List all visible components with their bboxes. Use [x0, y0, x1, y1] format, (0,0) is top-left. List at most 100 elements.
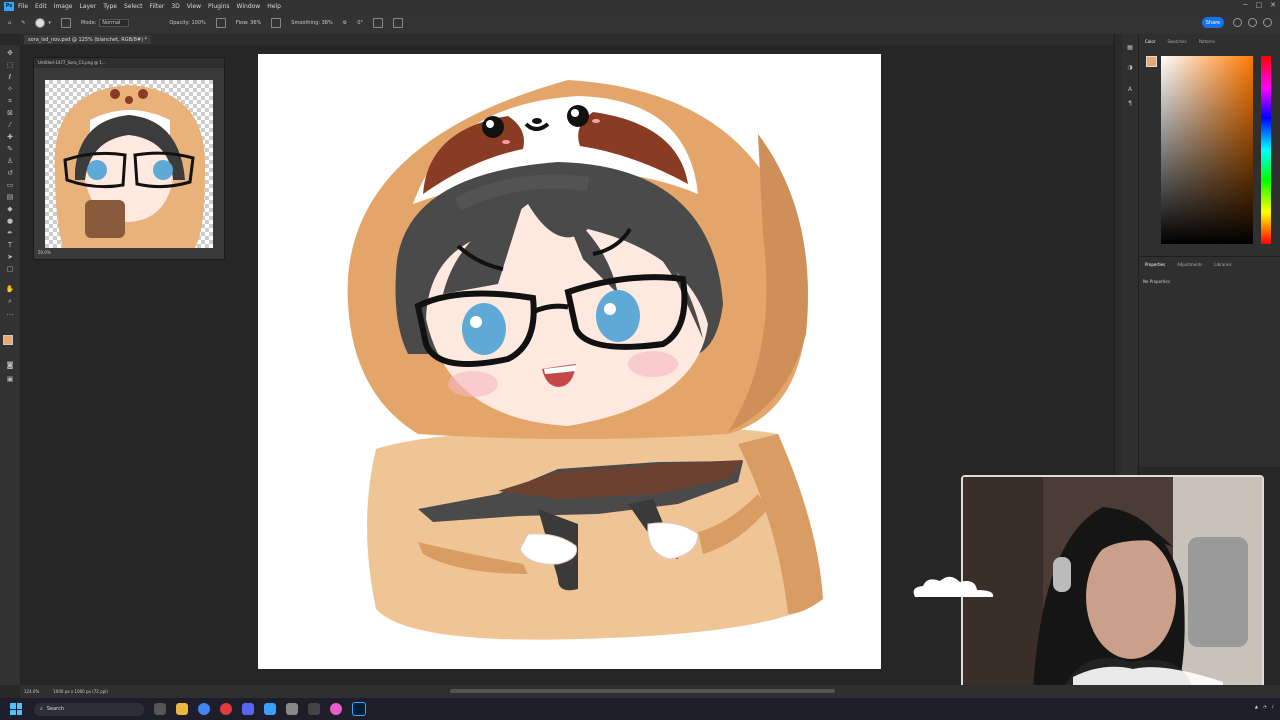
menu-bar: Ps File Edit Image Layer Type Select Fil… [0, 0, 1280, 12]
tab-adjustments[interactable]: Adjustments [1177, 262, 1202, 267]
reference-artwork [54, 85, 206, 248]
marquee-tool-icon[interactable]: ⬚ [5, 61, 15, 69]
pressure-opacity-icon[interactable] [215, 18, 226, 28]
menu-edit[interactable]: Edit [35, 3, 47, 10]
mode-select[interactable]: Mode: Normal [81, 19, 130, 27]
menu-layer[interactable]: Layer [79, 3, 96, 10]
document-tab[interactable]: sora_lsd_nov.psd @ 125% (blanchet, RGB/8… [24, 35, 152, 44]
tab-color[interactable]: Color [1145, 39, 1155, 44]
app-icon[interactable] [286, 703, 298, 715]
zoom-level[interactable]: 124.0% [24, 689, 39, 694]
menu-image[interactable]: Image [54, 3, 73, 10]
chrome-icon[interactable] [198, 703, 210, 715]
app-icon[interactable] [264, 703, 276, 715]
menu-3d[interactable]: 3D [171, 3, 179, 10]
brush-preset-picker[interactable]: ▾ [35, 18, 51, 28]
help-icon[interactable] [1263, 18, 1272, 27]
horizontal-scrollbar[interactable] [450, 689, 835, 693]
move-tool-icon[interactable]: ✥ [5, 49, 15, 57]
color-picker-field[interactable] [1161, 56, 1253, 244]
photoshop-taskbar-icon[interactable] [352, 702, 366, 716]
menu-help[interactable]: Help [267, 3, 281, 10]
crop-tool-icon[interactable]: ⌗ [5, 97, 15, 105]
history-brush-tool-icon[interactable]: ↺ [5, 169, 15, 177]
hue-slider[interactable] [1261, 56, 1271, 244]
blur-tool-icon[interactable]: ◆ [5, 205, 15, 213]
flow-control[interactable]: Flow: 36% [236, 20, 262, 26]
pen-tool-icon[interactable]: ✒ [5, 229, 15, 237]
tab-properties[interactable]: Properties [1145, 262, 1165, 267]
windows-taskbar: ⌕ Search ▲ ◔ ♪ [0, 698, 1280, 720]
document-canvas[interactable] [258, 54, 881, 669]
close-icon[interactable]: ✕ [1270, 1, 1276, 9]
obs-icon[interactable] [220, 703, 232, 715]
app-icon[interactable] [330, 703, 342, 715]
smoothing-settings-icon[interactable]: ⚙ [343, 20, 347, 26]
lasso-tool-icon[interactable]: ℓ [5, 73, 15, 81]
start-button[interactable] [10, 703, 22, 715]
file-explorer-icon[interactable] [176, 703, 188, 715]
eraser-tool-icon[interactable]: ▭ [5, 181, 15, 189]
reference-window-title[interactable]: Untitled-1477_Sora_CS.png @ 1... [34, 58, 224, 68]
quick-mask-icon[interactable]: ◙ [5, 361, 15, 369]
stamp-tool-icon[interactable]: ♙ [5, 157, 15, 165]
menu-filter[interactable]: Filter [150, 3, 165, 10]
hand-tool-icon[interactable]: ✋ [5, 285, 15, 293]
menu-select[interactable]: Select [124, 3, 143, 10]
search-icon[interactable] [1233, 18, 1242, 27]
eyedropper-tool-icon[interactable]: ⁄ [5, 121, 15, 129]
menu-window[interactable]: Window [237, 3, 261, 10]
reference-image-window[interactable]: Untitled-1477_Sora_CS.png @ 1... 50.0% [33, 57, 225, 260]
workspace-icon[interactable] [1248, 18, 1257, 27]
brush-settings-icon[interactable] [60, 18, 71, 28]
taskbar-search[interactable]: ⌕ Search [34, 702, 144, 716]
healing-tool-icon[interactable]: ✚ [5, 133, 15, 141]
taskbar-search-placeholder: Search [46, 706, 64, 712]
menu-file[interactable]: File [18, 3, 28, 10]
shape-tool-icon[interactable]: ▢ [5, 265, 15, 273]
dodge-tool-icon[interactable]: ● [5, 217, 15, 225]
paragraph-panel-icon[interactable]: ¶ [1126, 100, 1134, 108]
tab-libraries[interactable]: Libraries [1214, 262, 1231, 267]
pressure-size-icon[interactable] [372, 18, 383, 28]
app-icon[interactable] [308, 703, 320, 715]
foreground-color-swatch[interactable] [3, 335, 13, 345]
more-tools-icon[interactable]: … [5, 309, 15, 317]
zoom-tool-icon[interactable]: ⌕ [5, 297, 15, 305]
home-icon[interactable]: ⌂ [8, 20, 11, 26]
options-bar: ⌂ ✎ ▾ Mode: Normal Opacity: 100% Flow: 3… [0, 12, 1280, 35]
tray-icon[interactable]: ▲ [1255, 704, 1258, 709]
brush-tool-icon[interactable]: ✎ [21, 20, 25, 26]
frame-tool-icon[interactable]: ⊠ [5, 109, 15, 117]
maximize-icon[interactable]: □ [1256, 1, 1263, 9]
share-button[interactable]: Share [1202, 17, 1224, 28]
task-view-icon[interactable] [154, 703, 166, 715]
screen-mode-icon[interactable]: ▣ [5, 375, 15, 383]
airbrush-icon[interactable] [271, 18, 282, 28]
panel-foreground-swatch[interactable] [1146, 56, 1157, 67]
network-icon[interactable]: ◔ [1263, 704, 1267, 709]
menu-type[interactable]: Type [103, 3, 117, 10]
opacity-control[interactable]: Opacity: 100% [169, 20, 205, 26]
discord-icon[interactable] [242, 703, 254, 715]
brush-angle-control[interactable]: 0° [357, 20, 363, 26]
brush-tool-icon[interactable]: ✎ [5, 145, 15, 153]
smoothing-control[interactable]: Smoothing: 38% [291, 20, 332, 26]
symmetry-icon[interactable] [392, 18, 403, 28]
quick-select-tool-icon[interactable]: ✧ [5, 85, 15, 93]
path-select-tool-icon[interactable]: ➤ [5, 253, 15, 261]
volume-icon[interactable]: ♪ [1271, 704, 1274, 709]
document-info[interactable]: 1000 px x 1000 px (72 ppi) [53, 689, 108, 694]
history-panel-icon[interactable]: ▦ [1126, 44, 1134, 52]
type-tool-icon[interactable]: T [5, 241, 15, 249]
photoshop-logo-icon[interactable]: Ps [4, 1, 14, 11]
tab-patterns[interactable]: Patterns [1199, 39, 1215, 44]
character-panel-icon[interactable]: A [1126, 86, 1134, 94]
gradient-tool-icon[interactable]: ▤ [5, 193, 15, 201]
menu-view[interactable]: View [187, 3, 201, 10]
tab-swatches[interactable]: Swatches [1167, 39, 1186, 44]
webcam-feed-image [963, 477, 1262, 689]
minimize-icon[interactable]: ─ [1243, 1, 1247, 9]
menu-plugins[interactable]: Plugins [208, 3, 230, 10]
adjustments-panel-icon[interactable]: ◑ [1126, 64, 1134, 72]
